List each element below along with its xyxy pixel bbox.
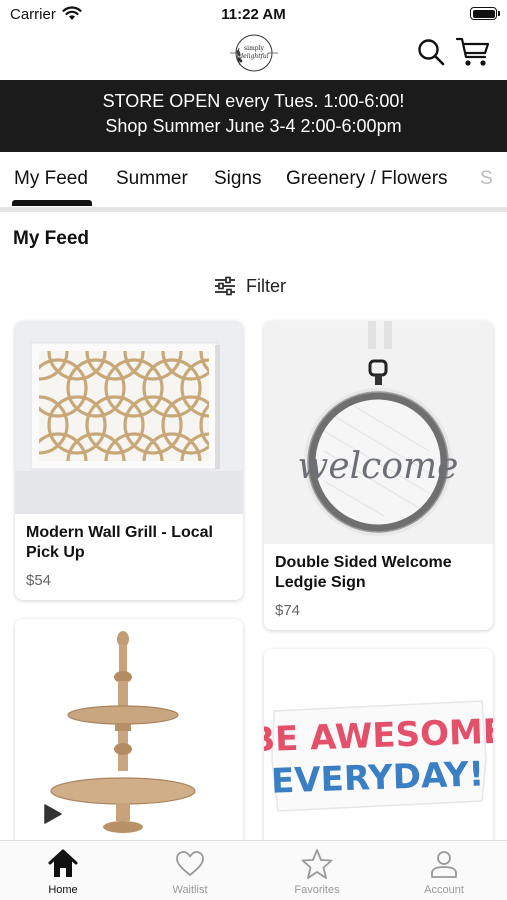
tab-summer[interactable]: Summer	[116, 168, 188, 190]
sliders-icon	[215, 276, 235, 296]
store-hours-banner: STORE OPEN every Tues. 1:00-6:00! Shop S…	[0, 80, 507, 152]
welcome-sign-photo: welcome	[264, 321, 493, 544]
product-image	[15, 321, 243, 514]
product-price: $54	[26, 572, 52, 589]
product-card[interactable]: welcome Double Sided Welcome Ledgie Sign…	[264, 321, 493, 630]
search-icon[interactable]	[417, 38, 445, 66]
active-tab-indicator	[12, 200, 92, 206]
bottom-tab-bar: Home Waitlist Favorites Account	[0, 840, 507, 900]
tab-my-feed[interactable]: My Feed	[14, 168, 88, 190]
nav-favorites[interactable]: Favorites	[254, 841, 380, 900]
be-awesome-sign-photo: BE AWESOME EVERYDAY!	[264, 649, 493, 859]
nav-favorites-label: Favorites	[294, 884, 340, 896]
nav-home-label: Home	[48, 884, 78, 896]
be-awesome-artwork-line2: EVERYDAY!	[270, 754, 484, 801]
tab-signs[interactable]: Signs	[214, 168, 262, 190]
nav-account-label: Account	[424, 884, 464, 896]
banner-line-2: Shop Summer June 3-4 2:00-6:00pm	[105, 116, 402, 136]
battery-icon	[470, 7, 500, 20]
tab-greenery-flowers[interactable]: Greenery / Flowers	[286, 168, 448, 190]
home-icon	[48, 849, 78, 877]
nav-waitlist-label: Waitlist	[172, 884, 208, 896]
welcome-artwork-text: welcome	[298, 446, 459, 487]
heart-icon	[176, 851, 204, 876]
status-bar: Carrier 11:22 AM	[0, 0, 507, 28]
page-title: My Feed	[13, 228, 90, 249]
product-image: welcome	[264, 321, 493, 544]
cart-icon[interactable]	[456, 36, 490, 68]
app-header: simply delightful	[0, 28, 507, 80]
clock: 11:22 AM	[221, 6, 286, 23]
store-logo[interactable]: simply delightful	[227, 31, 281, 75]
banner-line-1: STORE OPEN every Tues. 1:00-6:00!	[102, 91, 405, 111]
svg-text:delightful: delightful	[239, 53, 268, 60]
star-icon	[301, 849, 333, 879]
product-name: Modern Wall Grill - Local Pick Up	[26, 524, 213, 561]
product-image: BE AWESOME EVERYDAY!	[264, 649, 493, 859]
nav-account[interactable]: Account	[381, 841, 507, 900]
filter-label: Filter	[246, 275, 286, 296]
filter-button[interactable]: Filter	[214, 272, 286, 300]
tab-partial[interactable]: S	[480, 168, 493, 190]
product-card[interactable]	[15, 619, 243, 859]
tabs-divider	[0, 207, 507, 212]
person-icon	[431, 851, 457, 878]
nav-home[interactable]: Home	[0, 841, 126, 900]
be-awesome-artwork-line1: BE AWESOME	[264, 712, 493, 761]
svg-text:simply: simply	[244, 45, 264, 52]
product-name: Double Sided Welcome Ledgie Sign	[275, 554, 452, 591]
wall-grill-photo	[15, 321, 243, 514]
nav-waitlist[interactable]: Waitlist	[127, 841, 253, 900]
product-price: $74	[275, 602, 301, 619]
product-card[interactable]: Modern Wall Grill - Local Pick Up $54	[15, 321, 243, 600]
category-tabs: My Feed Summer Signs Greenery / Flowers …	[0, 152, 507, 208]
play-icon[interactable]	[43, 803, 63, 825]
product-card[interactable]: BE AWESOME EVERYDAY!	[264, 649, 493, 859]
